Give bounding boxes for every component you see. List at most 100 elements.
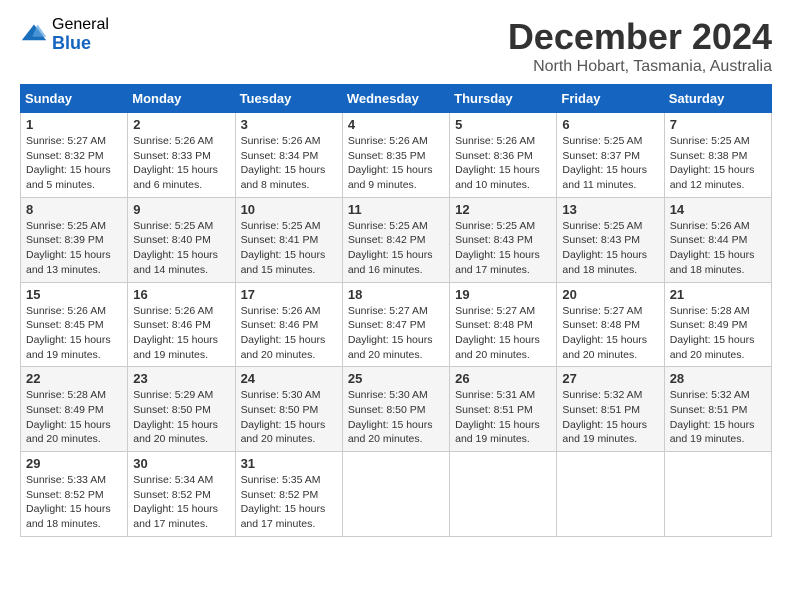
calendar-cell: 16 Sunrise: 5:26 AMSunset: 8:46 PMDayligh…: [128, 282, 235, 367]
calendar-cell: 12Sunrise: 5:25 AMSunset: 8:43 PMDayligh…: [450, 197, 557, 282]
calendar-cell: 27 Sunrise: 5:32 AMSunset: 8:51 PMDayligh…: [557, 367, 664, 452]
day-number: 16: [133, 287, 229, 302]
day-number: 28: [670, 371, 766, 386]
day-number: 14: [670, 202, 766, 217]
day-number: 25: [348, 371, 444, 386]
day-info: Sunrise: 5:26 AMSunset: 8:35 PMDaylight:…: [348, 134, 444, 193]
title-area: December 2024 North Hobart, Tasmania, Au…: [508, 16, 772, 76]
calendar-cell: 4 Sunrise: 5:26 AMSunset: 8:35 PMDaylight…: [342, 113, 449, 198]
day-number: 8: [26, 202, 122, 217]
day-number: 20: [562, 287, 658, 302]
day-number: 9: [133, 202, 229, 217]
column-header-thursday: Thursday: [450, 85, 557, 113]
page-header: General Blue December 2024 North Hobart,…: [20, 16, 772, 76]
day-number: 22: [26, 371, 122, 386]
calendar-cell: 25 Sunrise: 5:30 AMSunset: 8:50 PMDayligh…: [342, 367, 449, 452]
calendar-cell: 21 Sunrise: 5:28 AMSunset: 8:49 PMDayligh…: [664, 282, 771, 367]
main-title: December 2024: [508, 16, 772, 58]
day-number: 18: [348, 287, 444, 302]
day-number: 31: [241, 456, 337, 471]
day-info: Sunrise: 5:33 AMSunset: 8:52 PMDaylight:…: [26, 473, 122, 532]
calendar-table: SundayMondayTuesdayWednesdayThursdayFrid…: [20, 84, 772, 537]
day-info: Sunrise: 5:26 AMSunset: 8:46 PMDaylight:…: [133, 304, 229, 363]
day-info: Sunrise: 5:31 AMSunset: 8:51 PMDaylight:…: [455, 388, 551, 447]
day-number: 26: [455, 371, 551, 386]
day-info: Sunrise: 5:26 AMSunset: 8:44 PMDaylight:…: [670, 219, 766, 278]
day-number: 7: [670, 117, 766, 132]
day-info: Sunrise: 5:30 AMSunset: 8:50 PMDaylight:…: [348, 388, 444, 447]
logo-general: General: [52, 16, 109, 34]
column-header-saturday: Saturday: [664, 85, 771, 113]
day-number: 13: [562, 202, 658, 217]
calendar-cell: 3 Sunrise: 5:26 AMSunset: 8:34 PMDaylight…: [235, 113, 342, 198]
day-number: 11: [348, 202, 444, 217]
calendar-cell: 31 Sunrise: 5:35 AMSunset: 8:52 PMDayligh…: [235, 452, 342, 537]
calendar-week-row: 15Sunrise: 5:26 AMSunset: 8:45 PMDayligh…: [21, 282, 772, 367]
day-info: Sunrise: 5:26 AMSunset: 8:45 PMDaylight:…: [26, 304, 122, 363]
day-number: 2: [133, 117, 229, 132]
day-info: Sunrise: 5:26 AMSunset: 8:36 PMDaylight:…: [455, 134, 551, 193]
calendar-cell: 9 Sunrise: 5:25 AMSunset: 8:40 PMDaylight…: [128, 197, 235, 282]
day-info: Sunrise: 5:28 AMSunset: 8:49 PMDaylight:…: [26, 388, 122, 447]
day-info: Sunrise: 5:25 AMSunset: 8:38 PMDaylight:…: [670, 134, 766, 193]
day-info: Sunrise: 5:28 AMSunset: 8:49 PMDaylight:…: [670, 304, 766, 363]
column-header-wednesday: Wednesday: [342, 85, 449, 113]
day-info: Sunrise: 5:27 AMSunset: 8:48 PMDaylight:…: [562, 304, 658, 363]
day-info: Sunrise: 5:25 AMSunset: 8:42 PMDaylight:…: [348, 219, 444, 278]
calendar-cell: 5 Sunrise: 5:26 AMSunset: 8:36 PMDaylight…: [450, 113, 557, 198]
day-info: Sunrise: 5:35 AMSunset: 8:52 PMDaylight:…: [241, 473, 337, 532]
day-number: 24: [241, 371, 337, 386]
column-header-friday: Friday: [557, 85, 664, 113]
calendar-header-row: SundayMondayTuesdayWednesdayThursdayFrid…: [21, 85, 772, 113]
day-info: Sunrise: 5:26 AMSunset: 8:46 PMDaylight:…: [241, 304, 337, 363]
calendar-week-row: 1 Sunrise: 5:27 AMSunset: 8:32 PMDaylight…: [21, 113, 772, 198]
calendar-cell: 6Sunrise: 5:25 AMSunset: 8:37 PMDaylight…: [557, 113, 664, 198]
calendar-cell: 1 Sunrise: 5:27 AMSunset: 8:32 PMDaylight…: [21, 113, 128, 198]
calendar-cell: 26 Sunrise: 5:31 AMSunset: 8:51 PMDayligh…: [450, 367, 557, 452]
day-number: 10: [241, 202, 337, 217]
day-number: 17: [241, 287, 337, 302]
day-info: Sunrise: 5:25 AMSunset: 8:41 PMDaylight:…: [241, 219, 337, 278]
day-number: 29: [26, 456, 122, 471]
day-number: 1: [26, 117, 122, 132]
subtitle: North Hobart, Tasmania, Australia: [508, 58, 772, 76]
day-info: Sunrise: 5:25 AMSunset: 8:40 PMDaylight:…: [133, 219, 229, 278]
calendar-cell: 11 Sunrise: 5:25 AMSunset: 8:42 PMDayligh…: [342, 197, 449, 282]
day-number: 30: [133, 456, 229, 471]
column-header-monday: Monday: [128, 85, 235, 113]
calendar-cell: 2 Sunrise: 5:26 AMSunset: 8:33 PMDaylight…: [128, 113, 235, 198]
logo-text: General Blue: [52, 16, 109, 53]
day-number: 21: [670, 287, 766, 302]
calendar-cell: 8 Sunrise: 5:25 AMSunset: 8:39 PMDaylight…: [21, 197, 128, 282]
day-info: Sunrise: 5:27 AMSunset: 8:48 PMDaylight:…: [455, 304, 551, 363]
day-number: 27: [562, 371, 658, 386]
day-number: 4: [348, 117, 444, 132]
day-info: Sunrise: 5:26 AMSunset: 8:34 PMDaylight:…: [241, 134, 337, 193]
calendar-cell: [557, 452, 664, 537]
calendar-cell: 20 Sunrise: 5:27 AMSunset: 8:48 PMDayligh…: [557, 282, 664, 367]
day-info: Sunrise: 5:32 AMSunset: 8:51 PMDaylight:…: [562, 388, 658, 447]
day-number: 3: [241, 117, 337, 132]
day-number: 23: [133, 371, 229, 386]
day-number: 12: [455, 202, 551, 217]
day-info: Sunrise: 5:26 AMSunset: 8:33 PMDaylight:…: [133, 134, 229, 193]
day-info: Sunrise: 5:32 AMSunset: 8:51 PMDaylight:…: [670, 388, 766, 447]
calendar-cell: [664, 452, 771, 537]
logo-blue: Blue: [52, 34, 109, 54]
day-info: Sunrise: 5:25 AMSunset: 8:39 PMDaylight:…: [26, 219, 122, 278]
day-number: 5: [455, 117, 551, 132]
day-info: Sunrise: 5:34 AMSunset: 8:52 PMDaylight:…: [133, 473, 229, 532]
column-header-tuesday: Tuesday: [235, 85, 342, 113]
calendar-cell: 17 Sunrise: 5:26 AMSunset: 8:46 PMDayligh…: [235, 282, 342, 367]
calendar-cell: 22 Sunrise: 5:28 AMSunset: 8:49 PMDayligh…: [21, 367, 128, 452]
calendar-week-row: 29 Sunrise: 5:33 AMSunset: 8:52 PMDayligh…: [21, 452, 772, 537]
calendar-cell: 28 Sunrise: 5:32 AMSunset: 8:51 PMDayligh…: [664, 367, 771, 452]
calendar-cell: 18 Sunrise: 5:27 AMSunset: 8:47 PMDayligh…: [342, 282, 449, 367]
calendar-cell: 15Sunrise: 5:26 AMSunset: 8:45 PMDayligh…: [21, 282, 128, 367]
calendar-cell: 29 Sunrise: 5:33 AMSunset: 8:52 PMDayligh…: [21, 452, 128, 537]
calendar-cell: 30 Sunrise: 5:34 AMSunset: 8:52 PMDayligh…: [128, 452, 235, 537]
day-info: Sunrise: 5:27 AMSunset: 8:32 PMDaylight:…: [26, 134, 122, 193]
day-info: Sunrise: 5:25 AMSunset: 8:43 PMDaylight:…: [562, 219, 658, 278]
calendar-cell: 19Sunrise: 5:27 AMSunset: 8:48 PMDayligh…: [450, 282, 557, 367]
day-info: Sunrise: 5:27 AMSunset: 8:47 PMDaylight:…: [348, 304, 444, 363]
